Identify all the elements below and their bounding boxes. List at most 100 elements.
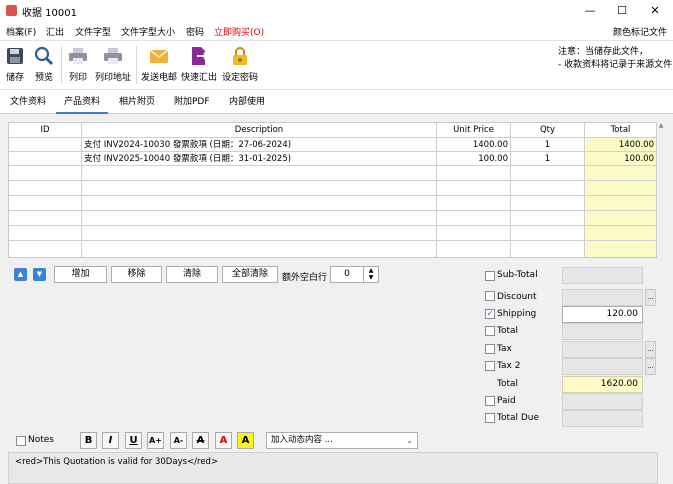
notes-checkbox[interactable] [16, 436, 26, 446]
column-header-total[interactable]: Total [585, 123, 657, 138]
clear-all-button[interactable]: 全部清除 [222, 266, 278, 283]
grid-scrollbar[interactable]: ▲ [657, 122, 665, 258]
empty-cell[interactable] [511, 196, 585, 211]
empty-cell[interactable] [9, 226, 82, 241]
menu-font-size[interactable]: 文件字型大小 [121, 25, 175, 38]
print-address-button[interactable]: 列印地址 [95, 44, 131, 83]
cell-description[interactable]: 支付 INV2025-10040 發票款項 (日期：31-01-2025) [82, 152, 437, 166]
increase-font-button[interactable]: A+ [147, 432, 164, 449]
menu-password[interactable]: 密码 [186, 25, 204, 38]
tab-document-info[interactable]: 文件资料 [2, 92, 54, 114]
menu-color-tag[interactable]: 颜色标记文件 [613, 25, 667, 38]
empty-cell[interactable] [511, 226, 585, 241]
notes-label: Notes [28, 435, 54, 445]
column-header-qty[interactable]: Qty [511, 123, 585, 138]
shipping-checkbox[interactable]: ✓ [485, 309, 495, 319]
paid-checkbox[interactable] [485, 396, 495, 406]
empty-cell[interactable] [82, 211, 437, 226]
dynamic-content-dropdown[interactable]: 加入动态内容 ... ⌄ [266, 432, 418, 449]
empty-cell[interactable] [511, 166, 585, 181]
menu-buy-now[interactable]: 立即购买(O) [214, 25, 264, 38]
empty-cell[interactable] [82, 241, 437, 257]
close-button[interactable]: ✕ [640, 0, 670, 22]
discount-field[interactable] [562, 289, 643, 306]
tax2-more-button[interactable]: ... [645, 358, 656, 375]
quick-export-button[interactable]: 快速汇出 [181, 44, 217, 83]
notes-memo[interactable]: <red>This Quotation is valid for 30Days<… [8, 452, 658, 484]
empty-cell[interactable] [437, 196, 511, 211]
empty-cell[interactable] [9, 166, 82, 181]
add-row-button[interactable]: 增加 [54, 266, 107, 283]
empty-cell[interactable] [82, 181, 437, 196]
empty-cell[interactable] [82, 196, 437, 211]
cell-unit-price[interactable]: 100.00 [437, 152, 511, 166]
tax-more-button[interactable]: ... [645, 341, 656, 358]
empty-cell[interactable] [437, 166, 511, 181]
tab-internal-use[interactable]: 内部使用 [221, 92, 273, 114]
tab-attach-pdf[interactable]: 附加PDF [166, 92, 218, 114]
scroll-up-icon[interactable]: ▲ [657, 122, 665, 132]
empty-cell [585, 211, 657, 226]
column-header-id[interactable]: ID [9, 123, 82, 138]
tax2-checkbox[interactable] [485, 361, 495, 371]
tax2-field[interactable] [562, 358, 643, 375]
tax-field[interactable] [562, 341, 643, 358]
minimize-button[interactable]: — [575, 0, 605, 22]
empty-cell[interactable] [9, 181, 82, 196]
tax-checkbox[interactable] [485, 344, 495, 354]
menu-export[interactable]: 汇出 [46, 25, 64, 38]
bold-button[interactable]: B [80, 432, 97, 449]
tab-product-info[interactable]: 产品资料 [56, 92, 109, 114]
cell-qty[interactable]: 1 [511, 138, 585, 152]
underline-button[interactable]: U [125, 432, 142, 449]
preview-button[interactable]: 预览 [33, 44, 55, 83]
cell-id[interactable] [9, 138, 82, 152]
cell-description[interactable]: 支付 INV2024-10030 發票款項 (日期：27-06-2024) [82, 138, 437, 152]
empty-cell[interactable] [9, 196, 82, 211]
cell-id[interactable] [9, 152, 82, 166]
move-up-icon[interactable]: ▲ [14, 268, 27, 281]
empty-cell[interactable] [437, 226, 511, 241]
font-color-button[interactable]: A [215, 432, 232, 449]
empty-cell [585, 181, 657, 196]
send-email-button[interactable]: 发送电邮 [141, 44, 177, 83]
menu-font[interactable]: 文件字型 [75, 25, 111, 38]
move-down-icon[interactable]: ▼ [33, 268, 46, 281]
discount-more-button[interactable]: ... [645, 289, 656, 306]
column-header-unit-price[interactable]: Unit Price [437, 123, 511, 138]
subtotal-checkbox[interactable] [485, 271, 495, 281]
blank-rows-input[interactable]: 0 [330, 266, 364, 283]
empty-cell[interactable] [511, 181, 585, 196]
empty-cell[interactable] [82, 226, 437, 241]
total-due-checkbox[interactable] [485, 413, 495, 423]
clear-row-button[interactable]: 清除 [166, 266, 218, 283]
highlight-button[interactable]: A [237, 432, 254, 449]
empty-cell[interactable] [9, 241, 82, 257]
empty-cell[interactable] [511, 241, 585, 257]
save-button[interactable]: 储存 [4, 44, 26, 83]
empty-cell[interactable] [437, 181, 511, 196]
blank-rows-stepper[interactable]: ▲ ▼ [363, 266, 379, 283]
product-grid[interactable]: ID Description Unit Price Qty Total 支付 I… [8, 122, 658, 258]
total-checkbox[interactable] [485, 326, 495, 336]
print-button[interactable]: 列印 [66, 44, 90, 83]
set-password-button[interactable]: 设定密码 [222, 44, 258, 83]
cell-qty[interactable]: 1 [511, 152, 585, 166]
empty-cell[interactable] [82, 166, 437, 181]
tab-photo-attachments[interactable]: 相片附页 [111, 92, 163, 114]
column-header-description[interactable]: Description [82, 123, 437, 138]
empty-cell[interactable] [511, 211, 585, 226]
italic-button[interactable]: I [102, 432, 119, 449]
menu-file[interactable]: 档案(F) [6, 25, 36, 38]
discount-checkbox[interactable] [485, 291, 495, 301]
strikethrough-button[interactable]: A [192, 432, 209, 449]
maximize-button[interactable]: ☐ [607, 0, 637, 22]
decrease-font-button[interactable]: A- [170, 432, 187, 449]
empty-cell[interactable] [9, 211, 82, 226]
cell-unit-price[interactable]: 1400.00 [437, 138, 511, 152]
empty-cell[interactable] [437, 211, 511, 226]
remove-row-button[interactable]: 移除 [111, 266, 162, 283]
shipping-field[interactable]: 120.00 [562, 306, 643, 323]
empty-cell[interactable] [437, 241, 511, 257]
cell-total: 100.00 [585, 152, 657, 166]
